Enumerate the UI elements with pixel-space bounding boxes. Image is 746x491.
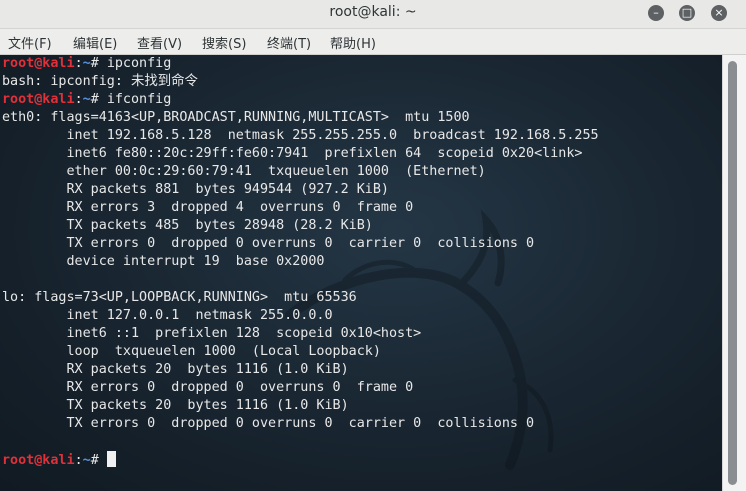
prompt-line: root@kali:~# ifconfig [2, 91, 599, 109]
menu-file[interactable]: 文件(F) [8, 33, 52, 52]
prompt-separator: : [74, 92, 83, 107]
menu-bar: 文件(F) 编辑(E) 查看(V) 搜索(S) 终端(T) 帮助(H) [0, 29, 746, 55]
output-line: bash: ipconfig: 未找到命令 [2, 74, 198, 89]
menu-view[interactable]: 查看(V) [137, 33, 182, 52]
menu-terminal[interactable]: 终端(T) [267, 33, 311, 52]
prompt-path: ~ [82, 56, 91, 71]
menu-edit[interactable]: 编辑(E) [73, 33, 117, 52]
output-line: inet 127.0.0.1 netmask 255.0.0.0 [2, 308, 333, 323]
terminal-output: root@kali:~# ipconfig bash: ipconfig: 未找到… [2, 55, 599, 469]
prompt-user: root@kali [2, 92, 75, 107]
scrollbar[interactable] [722, 55, 746, 491]
output-line: TX errors 0 dropped 0 overruns 0 carrier… [2, 236, 535, 251]
output-line: lo: flags=73<UP,LOOPBACK,RUNNING> mtu 65… [2, 290, 357, 305]
prompt-separator: : [74, 453, 83, 468]
minimize-icon[interactable]: – [648, 5, 664, 21]
close-icon[interactable]: × [711, 5, 727, 21]
text-cursor [106, 451, 116, 467]
menu-help[interactable]: 帮助(H) [330, 33, 376, 52]
prompt-path: ~ [82, 453, 91, 468]
prompt-symbol: # [90, 453, 107, 468]
prompt-line: root@kali:~# [2, 451, 599, 469]
maximize-icon[interactable]: □ [679, 5, 695, 21]
output-line: TX errors 0 dropped 0 overruns 0 carrier… [2, 416, 535, 431]
terminal-area[interactable]: root@kali:~# ipconfig bash: ipconfig: 未找到… [0, 55, 722, 491]
command-text: ipconfig [106, 56, 172, 71]
prompt-user: root@kali [2, 56, 75, 71]
prompt-path: ~ [82, 92, 91, 107]
output-line: inet6 ::1 prefixlen 128 scopeid 0x10<hos… [2, 326, 422, 341]
prompt-line: root@kali:~# ipconfig [2, 55, 599, 73]
output-line: loop txqueuelen 1000 (Local Loopback) [2, 344, 381, 359]
prompt-user: root@kali [2, 453, 75, 468]
menu-search[interactable]: 搜索(S) [202, 33, 246, 52]
output-line: RX packets 20 bytes 1116 (1.0 KiB) [2, 362, 349, 377]
output-line: eth0: flags=4163<UP,BROADCAST,RUNNING,MU… [2, 110, 470, 125]
output-line: RX errors 0 dropped 0 overruns 0 frame 0 [2, 380, 414, 395]
output-line: ether 00:0c:29:60:79:41 txqueuelen 1000 … [2, 164, 486, 179]
prompt-symbol: # [90, 56, 107, 71]
output-line: RX packets 881 bytes 949544 (927.2 KiB) [2, 182, 389, 197]
output-line: inet6 fe80::20c:29ff:fe60:7941 prefixlen… [2, 146, 583, 161]
title-bar: root@kali: ~ – □ × [0, 0, 746, 29]
command-text: ifconfig [106, 92, 172, 107]
output-line: RX errors 3 dropped 4 overruns 0 frame 0 [2, 200, 414, 215]
scroll-thumb[interactable] [728, 61, 737, 485]
window-title: root@kali: ~ [329, 4, 417, 20]
output-line: TX packets 20 bytes 1116 (1.0 KiB) [2, 398, 349, 413]
output-line: TX packets 485 bytes 28948 (28.2 KiB) [2, 218, 373, 233]
prompt-symbol: # [90, 92, 107, 107]
output-line: device interrupt 19 base 0x2000 [2, 254, 325, 269]
prompt-separator: : [74, 56, 83, 71]
output-line: inet 192.168.5.128 netmask 255.255.255.0… [2, 128, 599, 143]
